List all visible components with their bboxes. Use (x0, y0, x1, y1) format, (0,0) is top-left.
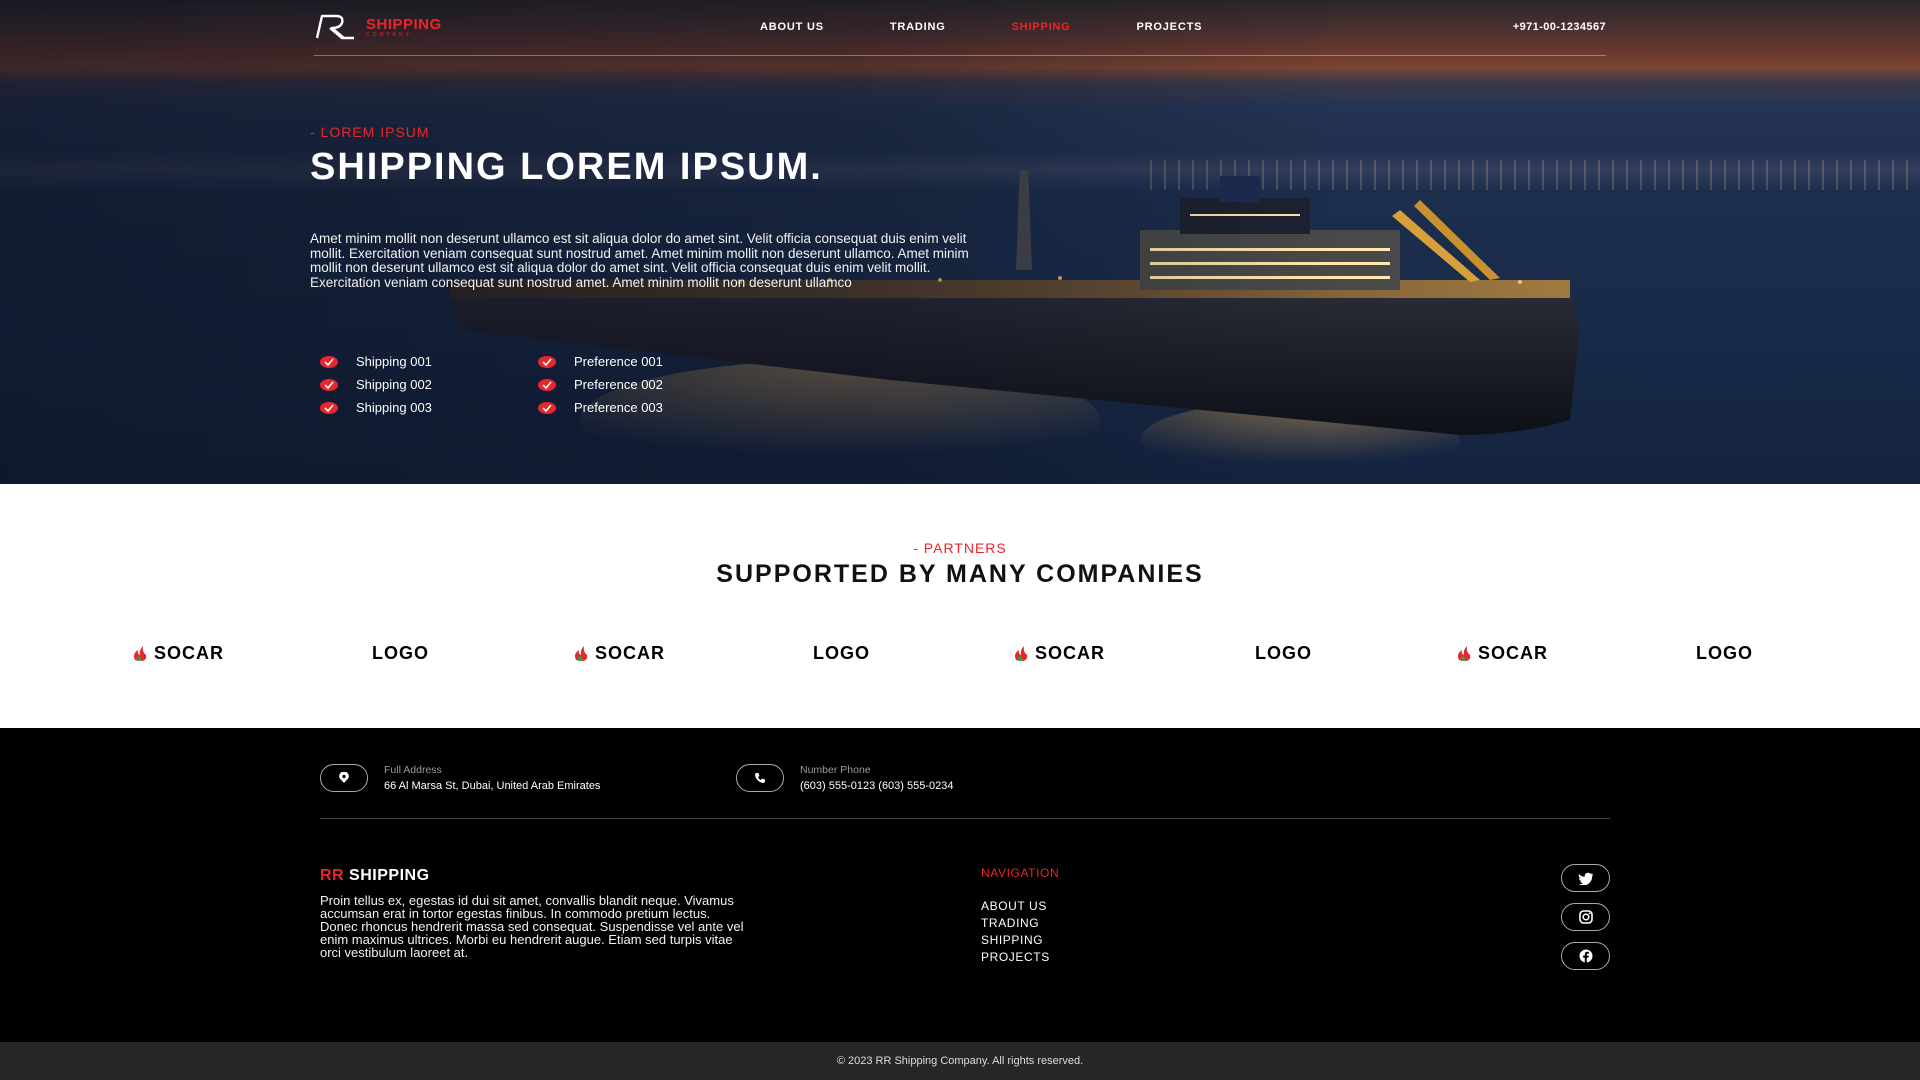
contact-phone: Number Phone (603) 555-0123 (603) 555-02… (736, 764, 954, 792)
feature-list: Shipping 001 Preference 001 Shipping 002… (320, 354, 756, 415)
partner-logos: SOCAR LOGO SOCAR LOGO SOCAR LOGO SOCAR L… (0, 638, 1920, 668)
feature-item: Shipping 002 (320, 377, 538, 392)
feature-label: Preference 003 (574, 400, 663, 415)
partner-logo-socar[interactable]: SOCAR (573, 638, 665, 668)
partner-logo-generic[interactable]: LOGO (372, 638, 429, 668)
address-label: Full Address (384, 764, 442, 776)
footer-nav-title: NAVIGATION (981, 866, 1060, 880)
site-logo[interactable]: SHIPPING COMPANY (314, 14, 442, 40)
footer-brand: RR SHIPPING (320, 867, 430, 885)
hero-title: SHIPPING LOREM IPSUM. (310, 146, 823, 188)
feature-item: Shipping 001 (320, 354, 538, 369)
brand-name: SHIPPING (344, 867, 430, 884)
check-icon (538, 355, 556, 368)
nav-shipping[interactable]: SHIPPING (1012, 21, 1071, 33)
socar-flame-icon (134, 646, 147, 661)
feature-label: Shipping 001 (356, 354, 432, 369)
top-nav: SHIPPING COMPANY ABOUT US TRADING SHIPPI… (314, 0, 1606, 56)
contact-address: Full Address 66 Al Marsa St, Dubai, Unit… (320, 764, 600, 792)
partner-logo-socar[interactable]: SOCAR (132, 638, 224, 668)
footer-divider (320, 818, 1610, 819)
partner-logo-socar[interactable]: SOCAR (1013, 638, 1105, 668)
partners-eyebrow: - PARTNERS (913, 540, 1007, 556)
check-icon (320, 401, 338, 414)
feature-item: Shipping 003 (320, 400, 538, 415)
location-pin-icon (320, 764, 368, 792)
check-icon (538, 401, 556, 414)
phone-icon (736, 764, 784, 792)
check-icon (320, 378, 338, 391)
feature-item: Preference 003 (538, 400, 756, 415)
brand-rr: RR (320, 867, 345, 884)
footer-about-text: Proin tellus ex, egestas id dui sit amet… (320, 893, 744, 960)
socar-flame-icon (1015, 646, 1028, 661)
partner-logo-generic[interactable]: LOGO (1255, 638, 1312, 668)
partner-logo-generic[interactable]: LOGO (1696, 638, 1753, 668)
twitter-icon[interactable] (1561, 864, 1610, 892)
feature-label: Preference 002 (574, 377, 663, 392)
header-phone[interactable]: +971-00-1234567 (1513, 21, 1606, 33)
nav-projects[interactable]: PROJECTS (1137, 21, 1203, 33)
nav-about-us[interactable]: ABOUT US (760, 21, 824, 33)
nav-trading[interactable]: TRADING (890, 21, 946, 33)
phone-label: Number Phone (800, 764, 871, 776)
feature-label: Preference 001 (574, 354, 663, 369)
logo-title: SHIPPING (366, 15, 442, 33)
footer-link-about-us[interactable]: ABOUT US (981, 898, 1050, 915)
socar-flame-icon (575, 646, 588, 661)
partner-logo-generic[interactable]: LOGO (813, 638, 870, 668)
site-footer: Full Address 66 Al Marsa St, Dubai, Unit… (0, 728, 1920, 1042)
hero-eyebrow: - LOREM IPSUM (310, 124, 430, 140)
check-icon (320, 355, 338, 368)
partner-logo-socar[interactable]: SOCAR (1456, 638, 1548, 668)
socar-flame-icon (1458, 646, 1471, 661)
copyright-bar: © 2023 RR Shipping Company. All rights r… (0, 1042, 1920, 1080)
rr-logo-icon (315, 14, 354, 40)
instagram-icon[interactable] (1561, 903, 1610, 931)
feature-label: Shipping 002 (356, 377, 432, 392)
main-navigation: ABOUT US TRADING SHIPPING PROJECTS (760, 21, 1268, 33)
partners-title: SUPPORTED BY MANY COMPANIES (716, 560, 1204, 588)
address-value: 66 Al Marsa St, Dubai, United Arab Emira… (384, 780, 601, 792)
footer-link-projects[interactable]: PROJECTS (981, 949, 1050, 966)
feature-label: Shipping 003 (356, 400, 432, 415)
footer-link-shipping[interactable]: SHIPPING (981, 932, 1050, 949)
feature-item: Preference 001 (538, 354, 756, 369)
hero-description: Amet minim mollit non deserunt ullamco e… (310, 231, 969, 290)
hero-section: SHIPPING COMPANY ABOUT US TRADING SHIPPI… (0, 0, 1920, 484)
facebook-icon[interactable] (1561, 942, 1610, 970)
footer-link-trading[interactable]: TRADING (981, 915, 1050, 932)
feature-item: Preference 002 (538, 377, 756, 392)
phone-value[interactable]: (603) 555-0123 (603) 555-0234 (800, 780, 954, 792)
footer-navigation: ABOUT US TRADING SHIPPING PROJECTS (981, 898, 1050, 966)
partners-section: - PARTNERS SUPPORTED BY MANY COMPANIES S… (0, 484, 1920, 728)
logo-subtitle: COMPANY (366, 31, 412, 38)
check-icon (538, 378, 556, 391)
